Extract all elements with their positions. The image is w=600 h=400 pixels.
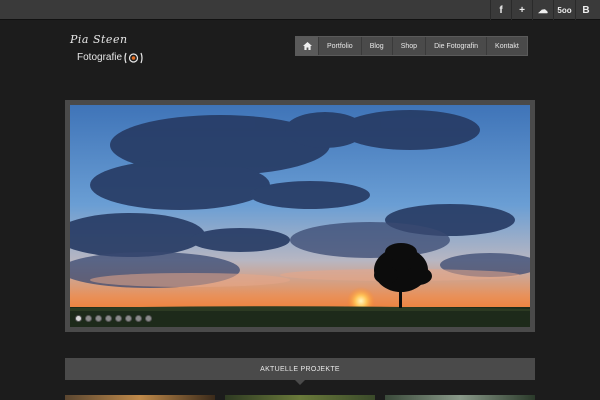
- project-thumbnails: [65, 395, 535, 400]
- nav-shop[interactable]: Shop: [391, 37, 425, 55]
- down-arrow-icon: [294, 379, 306, 385]
- nav-portfolio[interactable]: Portfolio: [318, 37, 361, 55]
- blogger-icon[interactable]: B: [575, 0, 596, 20]
- home-icon: [302, 42, 312, 50]
- slider-dot[interactable]: [75, 315, 82, 322]
- nav-home[interactable]: [296, 37, 318, 55]
- slider-dot[interactable]: [95, 315, 102, 322]
- projects-heading-bar: AKTUELLE PROJEKTE: [65, 358, 535, 385]
- 500px-icon[interactable]: 5oo: [553, 0, 575, 20]
- logo-name: Pia Steen: [70, 33, 128, 46]
- slider-dot[interactable]: [135, 315, 142, 322]
- social-links: f + ☁ 5oo B: [490, 0, 596, 20]
- logo-tagline: Fotografie: [77, 52, 123, 63]
- slider-pagination: [75, 315, 152, 322]
- slider-dot[interactable]: [145, 315, 152, 322]
- slide-image[interactable]: [70, 105, 530, 327]
- sunset-landscape-photo: [70, 105, 530, 327]
- slider-dot[interactable]: [85, 315, 92, 322]
- project-thumbnail[interactable]: [225, 395, 375, 400]
- facebook-icon[interactable]: f: [490, 0, 511, 20]
- top-bar: f + ☁ 5oo B: [0, 0, 600, 20]
- google-plus-icon[interactable]: +: [511, 0, 532, 20]
- site-logo[interactable]: Pia Steen Fotografie: [68, 33, 158, 69]
- slider-dot[interactable]: [125, 315, 132, 322]
- nav-die-fotografin[interactable]: Die Fotografin: [425, 37, 486, 55]
- project-thumbnail[interactable]: [385, 395, 535, 400]
- image-slider: [65, 100, 535, 332]
- project-thumbnail[interactable]: [65, 395, 215, 400]
- flickr-icon[interactable]: ☁: [532, 0, 553, 20]
- nav-blog[interactable]: Blog: [360, 37, 392, 55]
- slider-dot[interactable]: [115, 315, 122, 322]
- main-nav: Portfolio Blog Shop Die Fotografin Konta…: [295, 36, 528, 56]
- camera-lens-icon: [124, 52, 143, 64]
- nav-kontakt[interactable]: Kontakt: [486, 37, 527, 55]
- projects-heading: AKTUELLE PROJEKTE: [260, 365, 340, 373]
- slider-dot[interactable]: [105, 315, 112, 322]
